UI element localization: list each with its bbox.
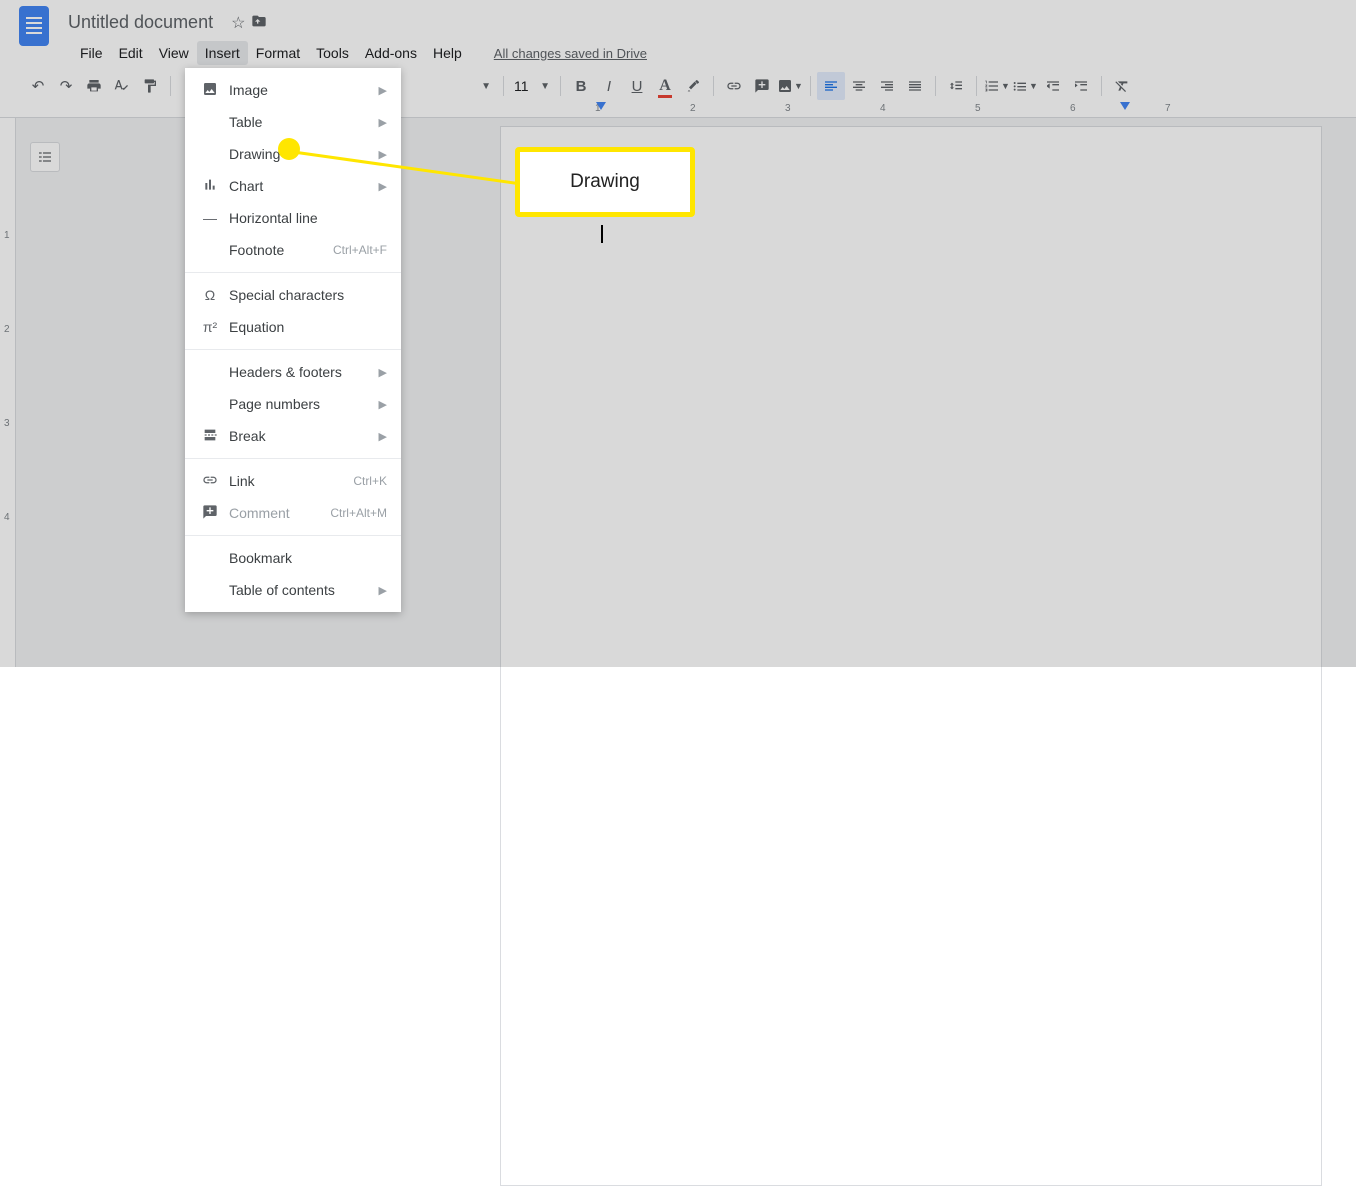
paint-format-button[interactable] [136, 72, 164, 100]
image-icon [199, 81, 221, 100]
menu-format[interactable]: Format [248, 41, 308, 65]
comment-icon [199, 504, 221, 523]
menu-edit[interactable]: Edit [111, 41, 151, 65]
clear-formatting-button[interactable] [1108, 72, 1136, 100]
font-size-input[interactable]: 11 ▼ [510, 74, 554, 98]
horizontal-line-icon: ― [199, 210, 221, 226]
text-color-button[interactable]: A [651, 72, 679, 100]
link-icon [199, 472, 221, 491]
menu-item-horizontal-line[interactable]: ― Horizontal line [185, 202, 401, 234]
redo-button[interactable]: ↷ [52, 72, 80, 100]
move-folder-icon[interactable] [251, 13, 267, 34]
menu-view[interactable]: View [151, 41, 197, 65]
star-icon[interactable]: ☆ [231, 13, 245, 33]
annotation-text: Drawing [570, 171, 640, 193]
text-cursor [601, 225, 603, 243]
menu-item-comment: Comment Ctrl+Alt+M [185, 497, 401, 529]
insert-image-button[interactable]: ▼ [776, 72, 804, 100]
chevron-down-icon: ▼ [540, 81, 550, 92]
annotation-dot [278, 138, 300, 160]
undo-button[interactable]: ↶ [24, 72, 52, 100]
bulleted-list-button[interactable]: ▼ [1011, 72, 1039, 100]
align-center-button[interactable] [845, 72, 873, 100]
google-docs-logo[interactable] [14, 6, 54, 46]
line-spacing-button[interactable] [942, 72, 970, 100]
chevron-right-icon: ▶ [379, 366, 387, 379]
save-status[interactable]: All changes saved in Drive [494, 46, 647, 61]
document-page[interactable] [500, 126, 1322, 1186]
chevron-right-icon: ▶ [379, 584, 387, 597]
document-outline-button[interactable] [30, 142, 60, 172]
menu-item-headers-footers[interactable]: Headers & footers ▶ [185, 356, 401, 388]
annotation-callout: Drawing [515, 147, 695, 217]
chevron-right-icon: ▶ [379, 398, 387, 411]
align-justify-button[interactable] [901, 72, 929, 100]
menu-item-equation[interactable]: π² Equation [185, 311, 401, 343]
print-button[interactable] [80, 72, 108, 100]
spellcheck-button[interactable] [108, 72, 136, 100]
highlight-button[interactable] [679, 72, 707, 100]
menubar: File Edit View Insert Format Tools Add-o… [72, 38, 1356, 68]
chart-icon [199, 177, 221, 196]
menu-item-table[interactable]: Table ▶ [185, 106, 401, 138]
menu-item-link[interactable]: Link Ctrl+K [185, 465, 401, 497]
insert-comment-button[interactable] [748, 72, 776, 100]
font-size-value: 11 [514, 78, 529, 94]
chevron-right-icon: ▶ [379, 84, 387, 97]
increase-indent-button[interactable] [1067, 72, 1095, 100]
underline-button[interactable]: U [623, 72, 651, 100]
italic-button[interactable]: I [595, 72, 623, 100]
menu-item-special-characters[interactable]: Ω Special characters [185, 279, 401, 311]
chevron-right-icon: ▶ [379, 148, 387, 161]
page-break-icon [199, 427, 221, 446]
omega-icon: Ω [199, 287, 221, 303]
menu-item-table-of-contents[interactable]: Table of contents ▶ [185, 574, 401, 606]
chevron-right-icon: ▶ [379, 430, 387, 443]
equation-icon: π² [199, 319, 221, 335]
align-left-button[interactable] [817, 72, 845, 100]
chevron-right-icon: ▶ [379, 116, 387, 129]
bold-button[interactable]: B [567, 72, 595, 100]
menu-addons[interactable]: Add-ons [357, 41, 425, 65]
styles-dropdown[interactable]: ▼ [427, 74, 497, 98]
menu-tools[interactable]: Tools [308, 41, 357, 65]
menu-item-bookmark[interactable]: Bookmark [185, 542, 401, 574]
menu-item-image[interactable]: Image ▶ [185, 74, 401, 106]
menu-help[interactable]: Help [425, 41, 470, 65]
insert-link-button[interactable] [720, 72, 748, 100]
align-right-button[interactable] [873, 72, 901, 100]
document-title[interactable]: Untitled document [62, 10, 219, 35]
menu-file[interactable]: File [72, 41, 111, 65]
menu-item-break[interactable]: Break ▶ [185, 420, 401, 452]
menu-insert[interactable]: Insert [197, 41, 248, 65]
numbered-list-button[interactable]: ▼ [983, 72, 1011, 100]
decrease-indent-button[interactable] [1039, 72, 1067, 100]
menu-item-chart[interactable]: Chart ▶ [185, 170, 401, 202]
menu-item-page-numbers[interactable]: Page numbers ▶ [185, 388, 401, 420]
menu-item-footnote[interactable]: Footnote Ctrl+Alt+F [185, 234, 401, 266]
vertical-ruler: 1 2 3 4 [0, 118, 16, 667]
chevron-right-icon: ▶ [379, 180, 387, 193]
